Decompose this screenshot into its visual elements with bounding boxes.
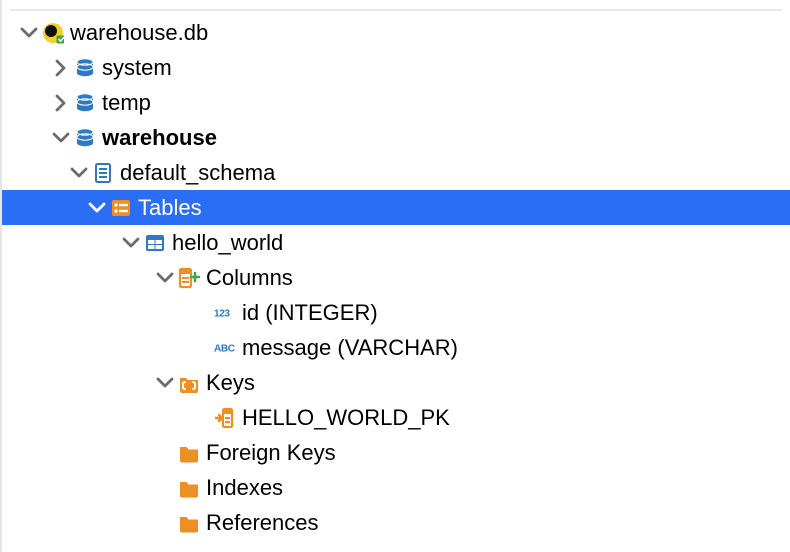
- tree-node-schema-temp[interactable]: temp: [2, 85, 790, 120]
- tree-node-columns[interactable]: Columns: [2, 260, 790, 295]
- primary-key-icon: [212, 407, 238, 429]
- folder-icon: [176, 477, 202, 499]
- tree-node-label: hello_world: [168, 230, 283, 256]
- tree-node-label: system: [98, 55, 172, 81]
- number-type-icon: 123: [212, 302, 238, 324]
- tree-node-label: warehouse: [98, 125, 217, 151]
- tree-node-keys[interactable]: Keys: [2, 365, 790, 400]
- table-icon: [142, 232, 168, 254]
- tree-node-label: message (VARCHAR): [238, 335, 458, 361]
- tree-node-database[interactable]: warehouse.db: [2, 15, 790, 50]
- tree-node-indexes[interactable]: Indexes: [2, 470, 790, 505]
- tree-node-label: Tables: [134, 195, 202, 221]
- chevron-down-icon[interactable]: [68, 162, 90, 184]
- tree-node-label: temp: [98, 90, 151, 116]
- schema-icon: [90, 162, 116, 184]
- chevron-down-icon[interactable]: [18, 22, 40, 44]
- tree-node-tables[interactable]: Tables: [2, 190, 790, 225]
- tree-node-references[interactable]: References: [2, 505, 790, 540]
- keys-folder-icon: [176, 372, 202, 394]
- tree-node-table-hello-world[interactable]: hello_world: [2, 225, 790, 260]
- varchar-type-icon: ABC: [212, 337, 238, 359]
- chevron-down-icon[interactable]: [154, 267, 176, 289]
- badge-text: ABC: [214, 343, 236, 354]
- tree-node-label: id (INTEGER): [238, 300, 378, 326]
- folder-icon: [176, 512, 202, 534]
- tree-node-column-id[interactable]: 123 id (INTEGER): [2, 295, 790, 330]
- tree-node-label: default_schema: [116, 160, 275, 186]
- tree-node-schema-warehouse[interactable]: warehouse: [2, 120, 790, 155]
- tree-node-label: Foreign Keys: [202, 440, 336, 466]
- badge-text: 123: [214, 308, 230, 319]
- database-connection-icon: [40, 22, 66, 44]
- chevron-right-icon[interactable]: [50, 57, 72, 79]
- tables-icon: [108, 197, 134, 219]
- database-cylinder-icon: [72, 92, 98, 114]
- columns-icon: [176, 267, 202, 289]
- chevron-down-icon[interactable]: [86, 197, 108, 219]
- tree-node-default-schema[interactable]: default_schema: [2, 155, 790, 190]
- database-cylinder-icon: [72, 127, 98, 149]
- chevron-down-icon[interactable]: [120, 232, 142, 254]
- tree-node-label: Columns: [202, 265, 293, 291]
- panel-divider: [10, 9, 782, 11]
- chevron-down-icon[interactable]: [50, 127, 72, 149]
- database-tree-panel: warehouse.db system temp warehouse defau…: [0, 0, 790, 552]
- tree-node-label: Keys: [202, 370, 255, 396]
- tree-node-label: References: [202, 510, 319, 536]
- tree-node-label: warehouse.db: [66, 20, 208, 46]
- tree-node-label: Indexes: [202, 475, 283, 501]
- tree-node-label: HELLO_WORLD_PK: [238, 405, 450, 431]
- tree-node-foreign-keys[interactable]: Foreign Keys: [2, 435, 790, 470]
- tree-node-column-message[interactable]: ABC message (VARCHAR): [2, 330, 790, 365]
- folder-icon: [176, 442, 202, 464]
- database-cylinder-icon: [72, 57, 98, 79]
- tree-node-primary-key[interactable]: HELLO_WORLD_PK: [2, 400, 790, 435]
- chevron-right-icon[interactable]: [50, 92, 72, 114]
- tree-node-schema-system[interactable]: system: [2, 50, 790, 85]
- chevron-down-icon[interactable]: [154, 372, 176, 394]
